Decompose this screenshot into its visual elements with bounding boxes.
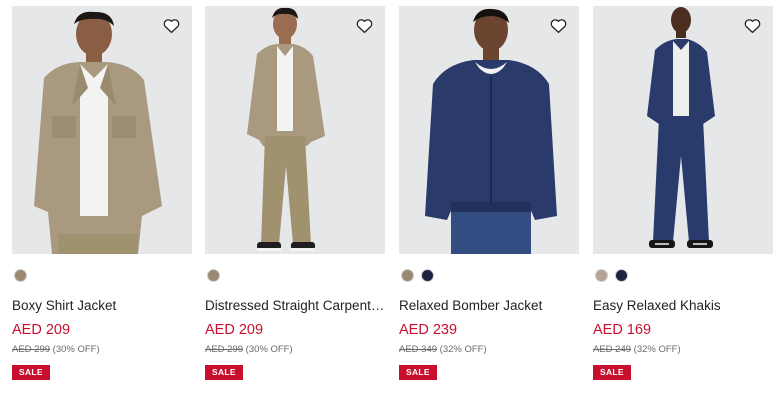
color-swatch-navy[interactable] xyxy=(421,269,434,282)
color-swatches xyxy=(205,269,385,283)
product-image[interactable] xyxy=(399,6,579,254)
wishlist-button[interactable] xyxy=(741,15,763,37)
discount-percent: (32% OFF) xyxy=(633,344,681,355)
product-card[interactable]: Distressed Straight Carpenter ... AED 20… xyxy=(205,6,385,391)
product-photo-relaxed-khakis xyxy=(593,6,773,254)
discount-percent: (32% OFF) xyxy=(439,344,487,355)
product-name[interactable]: Distressed Straight Carpenter ... xyxy=(205,298,385,314)
color-swatch-khaki[interactable] xyxy=(401,269,414,282)
heart-outline-icon xyxy=(163,19,179,34)
original-price: AED 249 xyxy=(593,344,632,355)
product-image[interactable] xyxy=(12,6,192,254)
price-comparison: AED 299 (30% OFF) xyxy=(205,344,385,356)
sale-price: AED 239 xyxy=(399,322,458,338)
sale-badge: SALE xyxy=(593,365,631,380)
product-photo-boxy-shirt-jacket xyxy=(12,6,192,254)
sale-badge: SALE xyxy=(205,365,243,380)
product-name[interactable]: Easy Relaxed Khakis xyxy=(593,298,773,314)
product-image[interactable] xyxy=(205,6,385,254)
sale-badge: SALE xyxy=(399,365,437,380)
product-card[interactable]: Boxy Shirt Jacket AED 209 AED 299 (30% O… xyxy=(12,6,192,391)
heart-outline-icon xyxy=(356,19,372,34)
product-name[interactable]: Boxy Shirt Jacket xyxy=(12,298,192,314)
discount-percent: (30% OFF) xyxy=(245,344,293,355)
heart-outline-icon xyxy=(550,19,566,34)
product-photo-carpenter-pants xyxy=(205,6,385,254)
color-swatch-khaki[interactable] xyxy=(14,269,27,282)
discount-percent: (30% OFF) xyxy=(52,344,100,355)
product-name[interactable]: Relaxed Bomber Jacket xyxy=(399,298,579,314)
price-comparison: AED 349 (32% OFF) xyxy=(399,344,579,356)
sale-price: AED 209 xyxy=(205,322,264,338)
wishlist-button[interactable] xyxy=(353,15,375,37)
original-price: AED 299 xyxy=(12,344,51,355)
original-price: AED 299 xyxy=(205,344,244,355)
product-card[interactable]: Easy Relaxed Khakis AED 169 AED 249 (32%… xyxy=(593,6,773,391)
sale-price: AED 169 xyxy=(593,322,652,338)
sale-price: AED 209 xyxy=(12,322,71,338)
price-comparison: AED 299 (30% OFF) xyxy=(12,344,192,356)
color-swatch-khaki[interactable] xyxy=(207,269,220,282)
product-photo-bomber-jacket xyxy=(399,6,579,254)
product-card[interactable]: Relaxed Bomber Jacket AED 239 AED 349 (3… xyxy=(399,6,579,391)
wishlist-button[interactable] xyxy=(160,15,182,37)
price-comparison: AED 249 (32% OFF) xyxy=(593,344,773,356)
original-price: AED 349 xyxy=(399,344,438,355)
product-image[interactable] xyxy=(593,6,773,254)
wishlist-button[interactable] xyxy=(547,15,569,37)
heart-outline-icon xyxy=(744,19,760,34)
color-swatches xyxy=(12,269,192,283)
color-swatches xyxy=(399,269,579,283)
sale-badge: SALE xyxy=(12,365,50,380)
color-swatch-navy[interactable] xyxy=(615,269,628,282)
product-grid: Boxy Shirt Jacket AED 209 AED 299 (30% O… xyxy=(0,0,781,396)
color-swatch-taupe[interactable] xyxy=(595,269,608,282)
color-swatches xyxy=(593,269,773,283)
